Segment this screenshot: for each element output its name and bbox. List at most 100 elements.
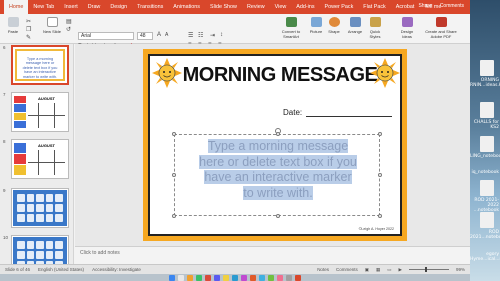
desktop-background: ORNING RNIN...ideas.key CHALLS for KS2 L… bbox=[470, 0, 500, 281]
thumb-number: 9 bbox=[3, 188, 6, 193]
tab-home[interactable]: Home bbox=[4, 0, 29, 14]
resize-handle[interactable] bbox=[172, 214, 176, 218]
reading-view-icon[interactable]: ▭ bbox=[387, 267, 391, 273]
tab-insert[interactable]: Insert bbox=[59, 4, 82, 10]
thumb-frame: Type a morning message here or delete te… bbox=[15, 49, 65, 81]
tab-transitions[interactable]: Transitions bbox=[132, 4, 168, 10]
desktop-file-label: iq_notebook bbox=[471, 170, 499, 175]
picture-button[interactable]: Picture bbox=[308, 17, 324, 34]
accessibility-status[interactable]: Accessibility: Investigate bbox=[92, 267, 141, 272]
dock-app-icon[interactable] bbox=[241, 274, 247, 281]
resize-handle[interactable] bbox=[276, 132, 280, 136]
dock-app-icon[interactable] bbox=[268, 274, 274, 281]
desktop-file-icon[interactable] bbox=[480, 60, 494, 76]
slide-thumbnail-8[interactable]: AUGUST bbox=[11, 139, 69, 179]
notes-toggle[interactable]: Notes bbox=[317, 267, 329, 272]
resize-handle[interactable] bbox=[172, 173, 176, 177]
indent-icon[interactable]: ⇥ bbox=[210, 32, 215, 39]
line-spacing-icon[interactable]: ↕ bbox=[220, 32, 223, 38]
quick-styles-label: Quick Styles bbox=[369, 29, 381, 39]
arrange-button[interactable]: Arrange bbox=[346, 17, 364, 34]
tab-new[interactable]: New Tab bbox=[28, 4, 59, 10]
tab-design[interactable]: Design bbox=[105, 4, 132, 10]
dock-app-icon[interactable] bbox=[250, 274, 256, 281]
dock-app-icon[interactable] bbox=[286, 274, 292, 281]
tab-acrobat[interactable]: Acrobat bbox=[391, 4, 420, 10]
font-name-select[interactable]: Arial bbox=[78, 32, 134, 40]
sorter-view-icon[interactable]: ▦ bbox=[376, 267, 380, 273]
dock-app-icon[interactable] bbox=[277, 274, 283, 281]
current-slide[interactable]: MORNING MESSAGE Date: Type a morning mes… bbox=[143, 49, 407, 241]
slide-thumbnail-9[interactable] bbox=[11, 188, 69, 228]
desktop-file-icon[interactable] bbox=[480, 102, 494, 118]
numbering-icon[interactable]: ☷ bbox=[198, 32, 203, 39]
copy-icon[interactable]: ❐ bbox=[26, 26, 31, 33]
notes-pane[interactable]: Click to add notes bbox=[75, 246, 470, 260]
slideshow-view-icon[interactable]: ▶ bbox=[399, 267, 402, 273]
tab-draw[interactable]: Draw bbox=[83, 4, 106, 10]
resize-handle[interactable] bbox=[172, 132, 176, 136]
resize-handle[interactable] bbox=[276, 214, 280, 218]
tab-power-pack[interactable]: Power Pack bbox=[320, 4, 359, 10]
slide-thumbnail-panel[interactable]: 6 Type a morning message here or delete … bbox=[0, 44, 74, 270]
new-slide-button[interactable]: New Slide bbox=[40, 17, 64, 34]
share-button[interactable]: Share bbox=[418, 3, 431, 9]
dock-app-icon[interactable] bbox=[196, 274, 202, 281]
slide-thumbnail-6[interactable]: Type a morning message here or delete te… bbox=[11, 45, 69, 85]
bullets-icon[interactable]: ☰ bbox=[188, 32, 193, 39]
resize-handle[interactable] bbox=[378, 173, 382, 177]
sun-icon bbox=[152, 58, 182, 88]
reset-icon[interactable]: ↺ bbox=[66, 26, 71, 33]
font-size-select[interactable]: 48 bbox=[137, 32, 153, 40]
quick-styles-button[interactable]: Quick Styles bbox=[366, 17, 384, 39]
zoom-slider[interactable] bbox=[408, 267, 449, 272]
tab-flat-pack[interactable]: Flat Pack bbox=[358, 4, 390, 10]
cut-icon[interactable]: ✂ bbox=[26, 18, 31, 25]
slide-editing-canvas[interactable]: MORNING MESSAGE Date: Type a morning mes… bbox=[75, 44, 470, 246]
design-ideas-button[interactable]: Design Ideas bbox=[398, 17, 416, 39]
tab-view[interactable]: View bbox=[270, 4, 292, 10]
dock-app-icon[interactable] bbox=[205, 274, 211, 281]
dock-app-icon[interactable] bbox=[214, 274, 220, 281]
zoom-slider-thumb[interactable] bbox=[424, 267, 427, 272]
desktop-file-icon[interactable] bbox=[480, 180, 494, 196]
ribbon-actions: Share Comments bbox=[418, 3, 464, 9]
dock-app-icon[interactable] bbox=[178, 274, 184, 281]
paste-button[interactable]: Paste bbox=[4, 17, 22, 34]
tab-add-ins[interactable]: Add-ins bbox=[291, 4, 319, 10]
dock-app-icon[interactable] bbox=[295, 274, 301, 281]
textbox-text[interactable]: Type a morning message here or delete te… bbox=[175, 139, 381, 201]
dock-app-icon[interactable] bbox=[187, 274, 193, 281]
convert-label: Convert to SmartArt bbox=[281, 29, 301, 39]
tab-animations[interactable]: Animations bbox=[168, 4, 205, 10]
format-painter-icon[interactable]: ✎ bbox=[26, 34, 31, 41]
quick-styles-icon bbox=[369, 17, 381, 27]
grow-font-icon[interactable]: A bbox=[157, 32, 161, 38]
dock-app-icon[interactable] bbox=[232, 274, 238, 281]
normal-view-icon[interactable]: ▣ bbox=[365, 267, 369, 273]
resize-handle[interactable] bbox=[378, 132, 382, 136]
desktop-file-icon[interactable] bbox=[480, 136, 494, 152]
resize-handle[interactable] bbox=[378, 214, 382, 218]
thumb-month: AUGUST bbox=[28, 96, 65, 102]
tab-slide-show[interactable]: Slide Show bbox=[205, 4, 242, 10]
dock-app-icon[interactable] bbox=[169, 274, 175, 281]
morning-message-textbox[interactable]: Type a morning message here or delete te… bbox=[172, 132, 382, 218]
desktop-file-icon[interactable] bbox=[480, 212, 494, 228]
slide-title[interactable]: MORNING MESSAGE bbox=[182, 64, 378, 88]
shape-button[interactable]: Shape bbox=[326, 17, 342, 34]
zoom-level[interactable]: 99% bbox=[456, 267, 465, 272]
slide-thumbnail-7[interactable]: AUGUST bbox=[11, 92, 69, 132]
comments-button[interactable]: Comments bbox=[440, 3, 464, 9]
dock-app-icon[interactable] bbox=[259, 274, 265, 281]
dock-app-icon[interactable] bbox=[223, 274, 229, 281]
layout-icon[interactable]: ▤ bbox=[66, 18, 72, 25]
tab-review[interactable]: Review bbox=[242, 4, 270, 10]
convert-smartart-button[interactable]: Convert to SmartArt bbox=[278, 17, 304, 39]
shrink-font-icon[interactable]: A bbox=[165, 32, 168, 38]
language-indicator[interactable]: English (United States) bbox=[38, 267, 84, 272]
create-adobe-pdf-button[interactable]: Create and Share Adobe PDF bbox=[420, 17, 462, 39]
comments-toggle[interactable]: Comments bbox=[336, 267, 358, 272]
textbox-line-3: have an interactive marker bbox=[204, 170, 352, 184]
thumb-number: 6 bbox=[3, 45, 6, 50]
